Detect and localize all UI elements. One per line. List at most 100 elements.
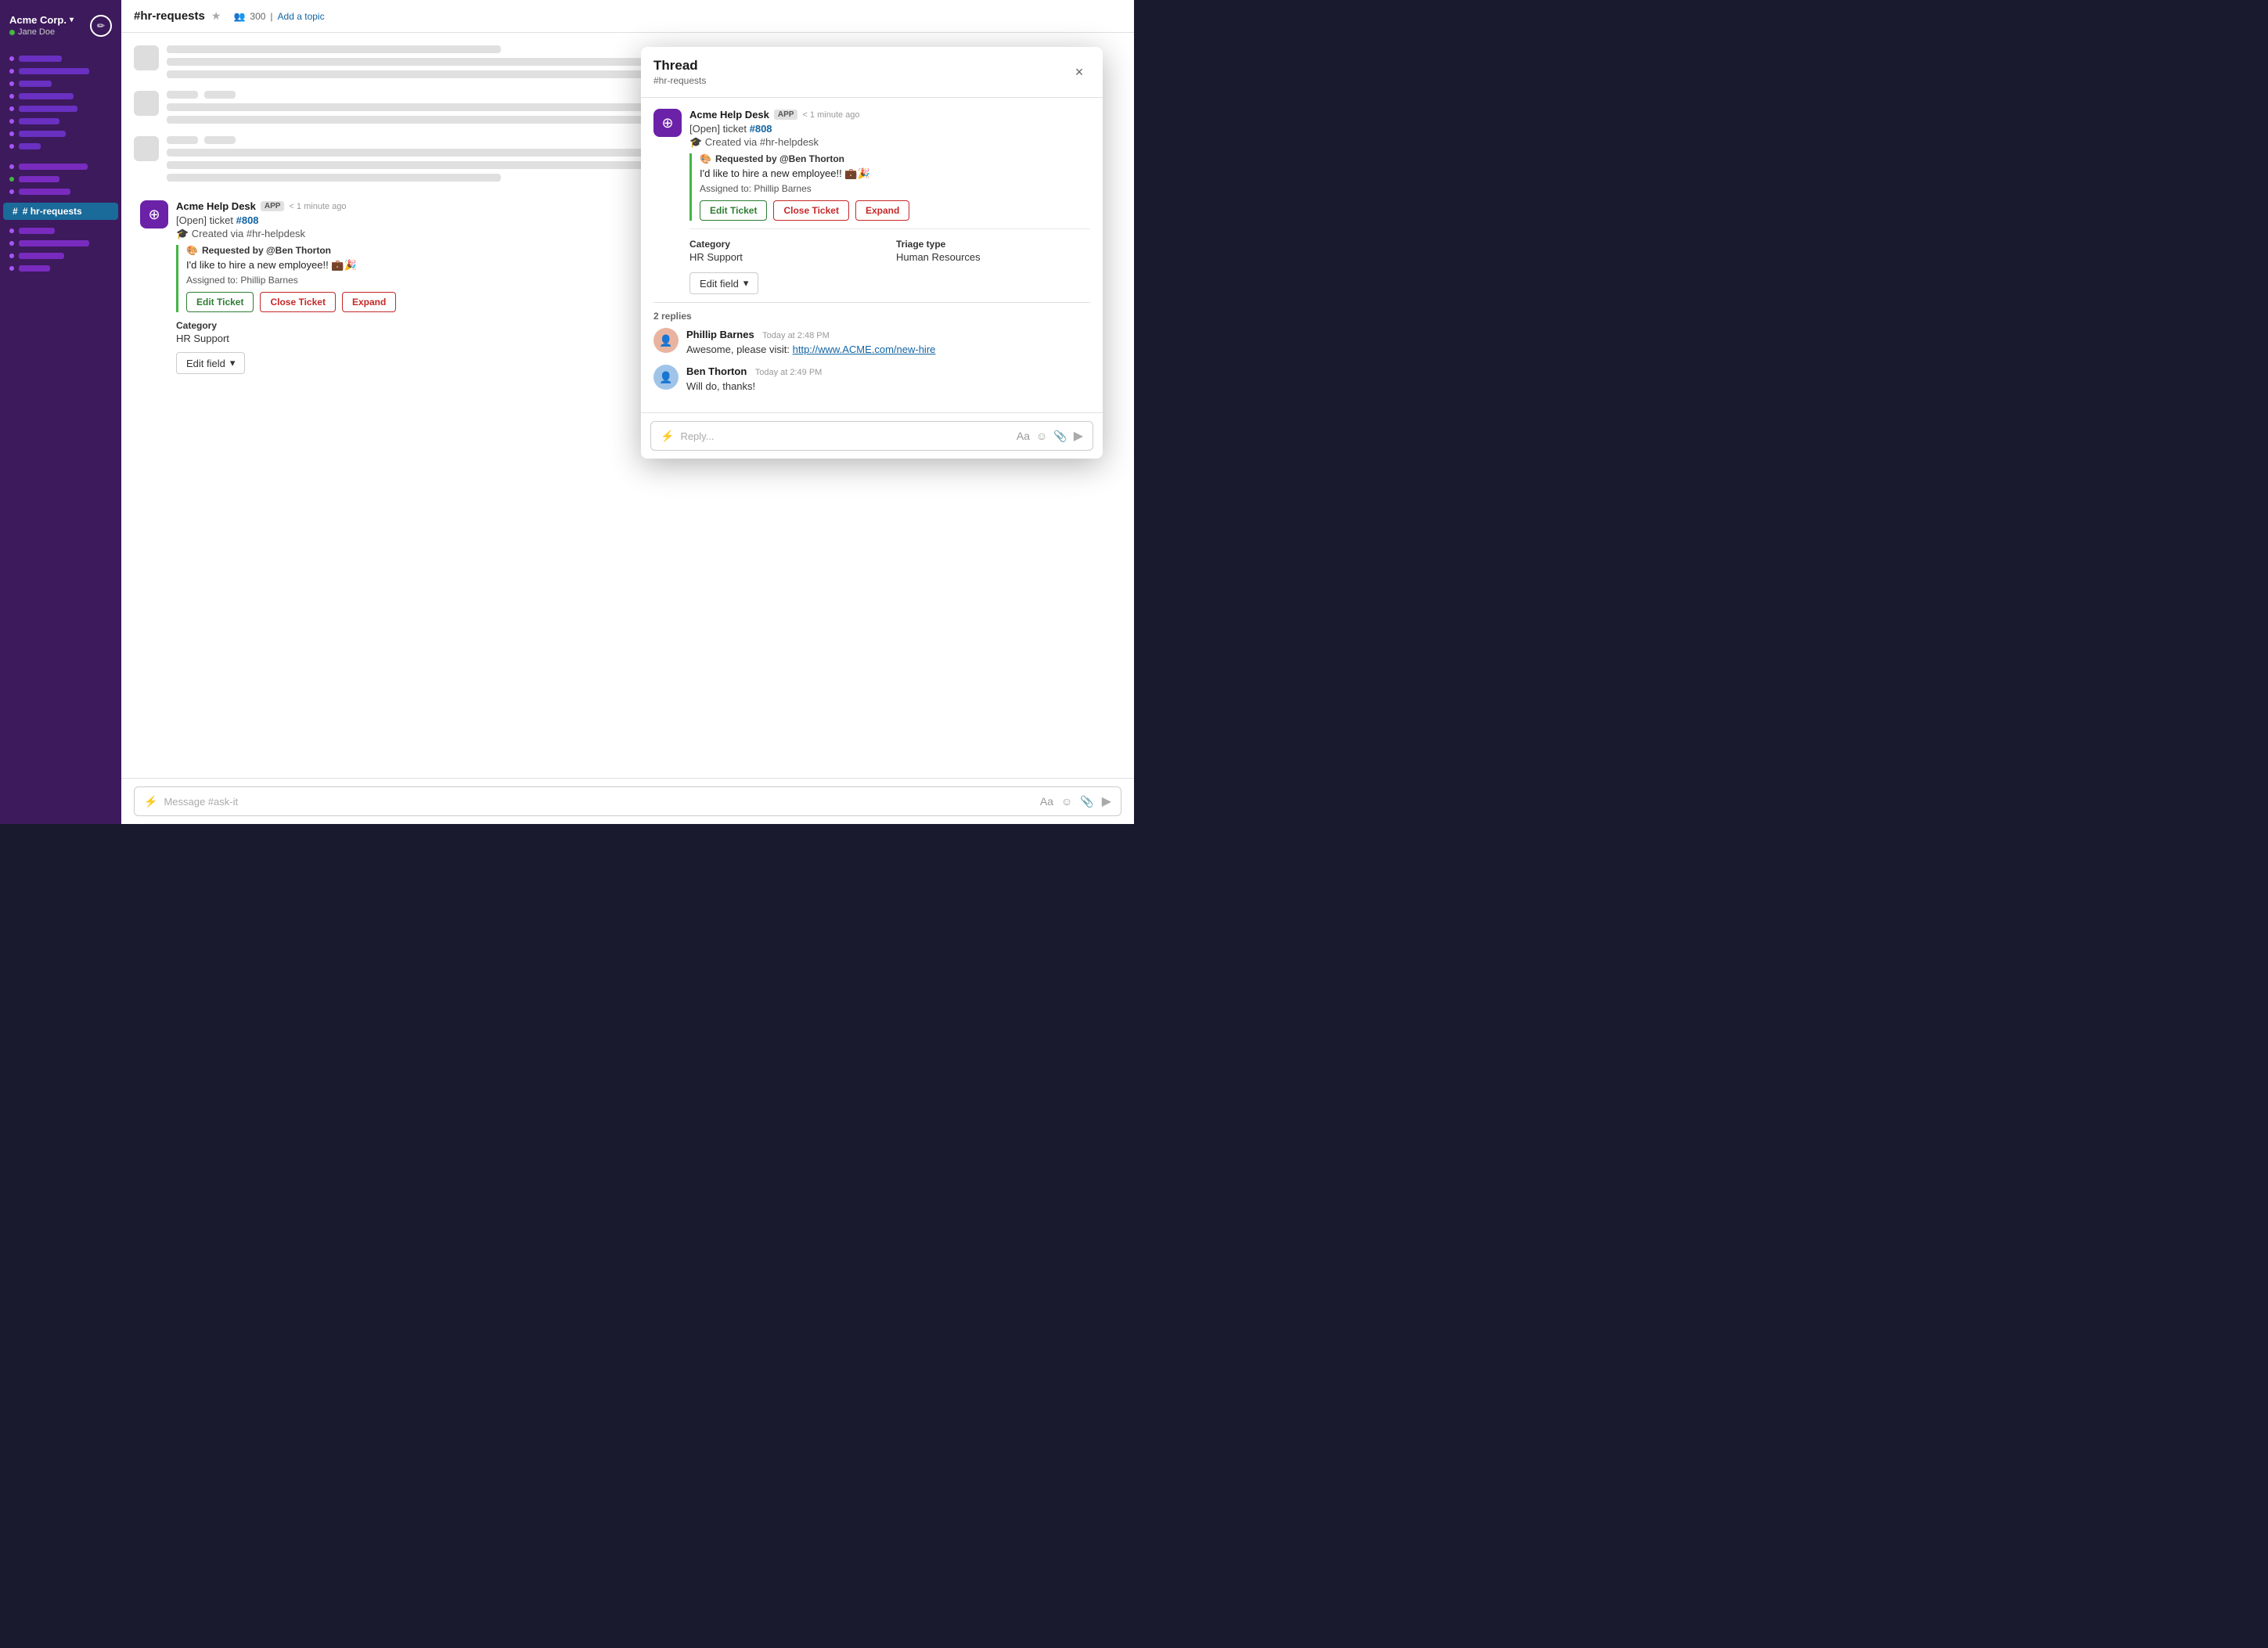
sidebar-item-label <box>19 56 62 62</box>
sidebar-item-label <box>19 164 88 170</box>
thread-category-label: Category <box>689 239 884 250</box>
sidebar-item-1[interactable] <box>0 52 121 65</box>
thread-ticket-number[interactable]: #808 <box>750 123 772 135</box>
reply-text-ben: Will do, thanks! <box>686 380 1090 392</box>
sidebar-item-label <box>19 176 59 182</box>
sidebar-item-label <box>19 93 74 99</box>
sidebar-item-4[interactable] <box>0 90 121 103</box>
thread-expand-button[interactable]: Expand <box>855 200 909 221</box>
thread-requested-by: 🎨 Requested by @Ben Thorton <box>700 153 1090 164</box>
compose-button[interactable]: ✏ <box>90 15 112 37</box>
bullet-icon <box>9 94 14 99</box>
sidebar-item-label <box>19 228 55 234</box>
sidebar-item-label <box>19 265 50 272</box>
reply-body-phillip: Phillip Barnes Today at 2:48 PM Awesome,… <box>686 328 1090 355</box>
thread-close-ticket-button[interactable]: Close Ticket <box>773 200 848 221</box>
thread-app-badge: APP <box>774 110 798 120</box>
sidebar-section-3 <box>0 225 121 275</box>
bullet-icon <box>9 56 14 61</box>
placeholder-avatar <box>134 45 159 70</box>
thread-content: ⊕ Acme Help Desk APP < 1 minute ago [Ope… <box>641 98 1103 412</box>
edit-field-dropdown[interactable]: Edit field ▾ <box>176 352 245 374</box>
sidebar-item-6[interactable] <box>0 115 121 128</box>
thread-created-line: 🎓 Created via #hr-helpdesk <box>689 136 1090 149</box>
sidebar-item-s3-1[interactable] <box>0 225 121 237</box>
sidebar-item-hr-requests[interactable]: # # hr-requests <box>3 203 118 220</box>
bullet-icon <box>9 241 14 246</box>
add-topic-link[interactable]: Add a topic <box>278 11 325 22</box>
channel-name-label: # hr-requests <box>23 206 82 217</box>
thread-ticket-open: [Open] ticket #808 <box>689 123 1090 135</box>
close-ticket-button[interactable]: Close Ticket <box>260 292 335 312</box>
sidebar-item-8[interactable] <box>0 140 121 153</box>
expand-button[interactable]: Expand <box>342 292 396 312</box>
sidebar-item-label <box>19 253 64 259</box>
thread-ticket-actions: Edit Ticket Close Ticket Expand <box>700 200 1090 221</box>
thread-aa-icon[interactable]: Aa <box>1017 430 1030 442</box>
thread-send-icon[interactable]: ▶ <box>1074 428 1083 444</box>
send-icon[interactable]: ▶ <box>1102 793 1111 809</box>
thread-timestamp: < 1 minute ago <box>802 110 859 120</box>
workspace-name[interactable]: Acme Corp. ▾ <box>9 14 74 26</box>
bullet-icon <box>9 266 14 271</box>
reply-sender-phillip: Phillip Barnes <box>686 329 754 340</box>
ticket-number-link[interactable]: #808 <box>236 214 259 226</box>
sidebar-item-label <box>19 81 52 87</box>
aa-icon[interactable]: Aa <box>1040 795 1053 808</box>
reply-time-ben: Today at 2:49 PM <box>755 368 823 377</box>
star-icon[interactable]: ★ <box>211 9 221 23</box>
sidebar-item-g3[interactable] <box>0 185 121 198</box>
reply-input-placeholder[interactable]: Reply... <box>680 430 1010 442</box>
reply-sender-ben: Ben Thorton <box>686 365 747 377</box>
sidebar-item-label <box>19 240 89 246</box>
message-input-placeholder[interactable]: Message #ask-it <box>164 796 1033 808</box>
bullet-icon <box>9 131 14 136</box>
thread-original-message: ⊕ Acme Help Desk APP < 1 minute ago [Ope… <box>653 109 1090 294</box>
reply-input-box[interactable]: ⚡ Reply... Aa ☺ 📎 ▶ <box>650 421 1093 451</box>
thread-emoji-icon[interactable]: ☺ <box>1036 430 1047 442</box>
workspace-chevron-icon: ▾ <box>70 16 74 24</box>
thread-triage-value: Human Resources <box>896 251 1090 263</box>
reply-item-ben: 👤 Ben Thorton Today at 2:49 PM Will do, … <box>653 365 1090 392</box>
thread-channel: #hr-requests <box>653 75 706 86</box>
sidebar-item-g1[interactable] <box>0 160 121 173</box>
message-input-box[interactable]: ⚡ Message #ask-it Aa ☺ 📎 ▶ <box>134 786 1121 816</box>
sidebar-item-3[interactable] <box>0 77 121 90</box>
thread-message-header: Acme Help Desk APP < 1 minute ago <box>689 109 1090 121</box>
sidebar-item-g2[interactable] <box>0 173 121 185</box>
bullet-icon <box>9 228 14 233</box>
sidebar-header: Acme Corp. ▾ Jane Doe ✏ <box>0 8 121 46</box>
thread-edit-ticket-button[interactable]: Edit Ticket <box>700 200 767 221</box>
sidebar-item-s3-3[interactable] <box>0 250 121 262</box>
bullet-icon <box>9 81 14 86</box>
members-icon: 👥 <box>233 11 245 22</box>
sidebar-item-2[interactable] <box>0 65 121 77</box>
thread-header: Thread #hr-requests × <box>641 47 1103 98</box>
reply-link-phillip[interactable]: http://www.ACME.com/new-hire <box>793 344 936 355</box>
hash-icon: # <box>13 206 18 217</box>
sidebar-section-2 <box>0 160 121 198</box>
thread-ticket-desc: I'd like to hire a new employee!! 💼🎉 <box>700 167 1090 180</box>
thread-edit-field-label: Edit field <box>700 278 739 290</box>
sidebar-item-label <box>19 106 77 112</box>
emoji-icon[interactable]: ☺ <box>1061 795 1072 808</box>
bullet-icon <box>9 144 14 149</box>
sidebar-item-s3-2[interactable] <box>0 237 121 250</box>
edit-ticket-button[interactable]: Edit Ticket <box>186 292 254 312</box>
channel-meta: 👥 300 | Add a topic <box>233 11 324 22</box>
sidebar-item-5[interactable] <box>0 103 121 115</box>
thread-attach-icon[interactable]: 📎 <box>1053 430 1067 443</box>
thread-message-body: Acme Help Desk APP < 1 minute ago [Open]… <box>689 109 1090 294</box>
sender-name: Acme Help Desk <box>176 200 256 212</box>
thread-edit-field-dropdown[interactable]: Edit field ▾ <box>689 272 758 294</box>
placeholder-avatar <box>134 136 159 161</box>
thread-meta-section: Category HR Support Triage type Human Re… <box>689 228 1090 294</box>
sidebar-item-7[interactable] <box>0 128 121 140</box>
close-thread-button[interactable]: × <box>1068 61 1090 83</box>
status-online-icon <box>9 30 15 35</box>
attach-icon[interactable]: 📎 <box>1080 795 1093 808</box>
bullet-icon <box>9 189 14 194</box>
input-icons: Aa ☺ 📎 ▶ <box>1040 793 1111 809</box>
sidebar-item-s3-4[interactable] <box>0 262 121 275</box>
reply-body-ben: Ben Thorton Today at 2:49 PM Will do, th… <box>686 365 1090 392</box>
